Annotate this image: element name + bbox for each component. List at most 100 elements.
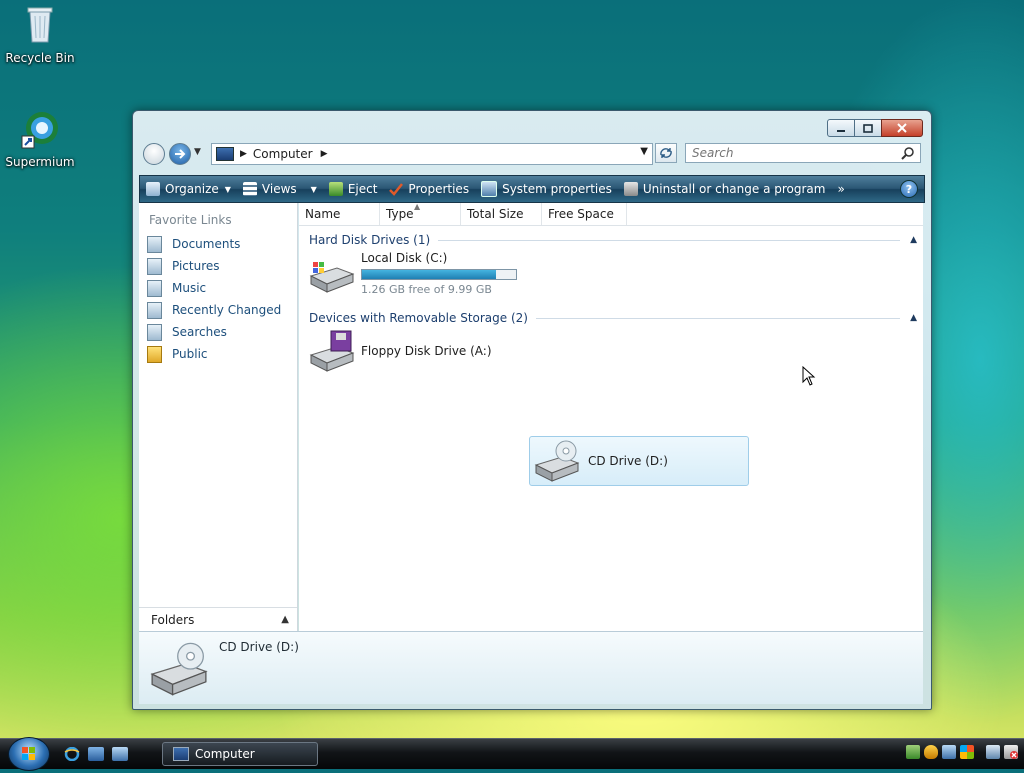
column-header-type[interactable]: ▲ Type: [380, 202, 461, 225]
command-bar: Organize ▼ Views ▼ Eject Properties Syst…: [139, 175, 925, 203]
organize-button[interactable]: Organize ▼: [140, 176, 237, 202]
switch-windows-icon[interactable]: [112, 747, 128, 761]
group-header-hard-disk[interactable]: Hard Disk Drives (1) ▲: [309, 230, 917, 250]
address-dropdown-icon[interactable]: ▼: [640, 146, 648, 157]
cd-drive-icon: [150, 642, 208, 696]
address-bar[interactable]: ▶ Computer ▶ ▼: [211, 143, 653, 165]
fav-link-searches[interactable]: Searches: [139, 321, 297, 343]
forward-button[interactable]: [169, 143, 191, 165]
computer-icon: [173, 747, 189, 761]
search-icon[interactable]: [901, 146, 915, 160]
column-header-free-space[interactable]: Free Space: [542, 203, 627, 225]
column-label: Total Size: [467, 207, 524, 221]
fav-link-label: Documents: [172, 237, 241, 251]
favorite-links-header: Favorite Links: [149, 213, 232, 227]
fav-link-label: Searches: [172, 325, 227, 339]
computer-icon: [216, 147, 234, 161]
taskbar-button-computer[interactable]: Computer: [162, 742, 318, 766]
system-properties-icon: [481, 181, 498, 197]
drive-name: Local Disk (C:): [361, 251, 448, 265]
organize-label: Organize: [165, 182, 219, 196]
cd-drive-icon: [534, 440, 580, 482]
windows-flag-icon[interactable]: [960, 745, 974, 759]
fav-link-public[interactable]: Public: [139, 343, 297, 365]
maximize-icon: [863, 123, 873, 133]
column-header-total-size[interactable]: Total Size: [461, 203, 542, 225]
fav-link-documents[interactable]: Documents: [139, 233, 297, 255]
close-icon: [897, 123, 907, 133]
views-button[interactable]: Views ▼: [237, 176, 323, 202]
system-properties-label: System properties: [502, 182, 612, 196]
group-header-removable[interactable]: Devices with Removable Storage (2) ▲: [309, 308, 917, 328]
refresh-icon: [660, 148, 672, 158]
caption-buttons: [827, 119, 923, 137]
fav-link-pictures[interactable]: Pictures: [139, 255, 297, 277]
group-title: Devices with Removable Storage (2): [309, 311, 528, 325]
back-button[interactable]: [143, 143, 165, 165]
maximize-button[interactable]: [854, 119, 882, 137]
column-header-name[interactable]: Name: [299, 203, 380, 225]
eject-button[interactable]: Eject: [323, 176, 384, 202]
properties-button[interactable]: Properties: [383, 176, 475, 202]
network-icon[interactable]: [906, 745, 920, 759]
folders-toggle[interactable]: Folders ▲: [139, 607, 297, 631]
start-button[interactable]: [8, 737, 50, 771]
breadcrumb-computer[interactable]: Computer: [253, 147, 313, 161]
content-pane: Name ▲ Type Total Size Free Space Hard D…: [299, 202, 923, 631]
breadcrumb-separator-icon: ▶: [240, 149, 247, 159]
group-divider: [438, 239, 901, 241]
collapse-group-icon[interactable]: ▲: [910, 235, 917, 245]
desktop-icon-recycle-bin[interactable]: Recycle Bin: [0, 2, 80, 65]
desktop-icon-supermium[interactable]: Supermium: [0, 106, 80, 169]
drive-local-disk-c[interactable]: Local Disk (C:) 1.26 GB free of 9.99 GB: [307, 251, 517, 296]
volume-muted-icon[interactable]: [1004, 745, 1018, 759]
sort-ascending-icon: ▲: [414, 202, 421, 211]
drive-cd-d[interactable]: CD Drive (D:): [529, 436, 749, 486]
drive-floppy-a[interactable]: Floppy Disk Drive (A:): [307, 327, 517, 375]
help-button[interactable]: ?: [900, 180, 918, 198]
navigation-row: ▼ ▶ Computer ▶ ▼: [141, 143, 923, 165]
uninstall-button[interactable]: Uninstall or change a program: [618, 176, 832, 202]
network-connection-icon[interactable]: [986, 745, 1000, 759]
uninstall-icon: [623, 182, 638, 196]
recently-changed-icon: [147, 301, 162, 319]
internet-explorer-icon[interactable]: [64, 746, 80, 762]
show-desktop-icon[interactable]: [88, 747, 104, 761]
system-properties-button[interactable]: System properties: [475, 176, 618, 202]
refresh-button[interactable]: [655, 143, 677, 163]
fav-link-label: Public: [172, 347, 208, 361]
mouse-cursor-icon: [802, 366, 816, 386]
search-input[interactable]: [690, 145, 894, 161]
command-overflow-button[interactable]: »: [831, 176, 850, 202]
overflow-chevron-icon: »: [837, 182, 845, 196]
windows-logo-icon: [22, 747, 35, 760]
close-button[interactable]: [881, 119, 923, 137]
eject-label: Eject: [347, 182, 378, 196]
eject-icon: [328, 182, 343, 196]
security-shield-icon[interactable]: [924, 745, 938, 759]
explorer-window: ▼ ▶ Computer ▶ ▼ Organize ▼ Views ▼: [132, 110, 932, 710]
breadcrumb-chevron-icon[interactable]: ▶: [321, 149, 328, 159]
disk-usage-bar: [361, 269, 517, 280]
properties-label: Properties: [408, 182, 470, 196]
properties-icon: [389, 183, 404, 196]
public-folder-icon: [147, 345, 162, 363]
hard-disk-icon: [309, 261, 355, 293]
drive-name: CD Drive (D:): [588, 454, 668, 468]
column-label: Type: [386, 207, 414, 221]
help-icon: ?: [905, 182, 913, 196]
details-pane: CD Drive (D:): [139, 631, 923, 704]
fav-link-recently-changed[interactable]: Recently Changed: [139, 299, 297, 321]
navigation-pane: Favorite Links Documents Pictures Music …: [139, 203, 298, 631]
forward-arrow-icon: [175, 149, 186, 159]
group-divider: [535, 317, 901, 319]
search-box[interactable]: [685, 143, 921, 163]
desktop-icon-label: Supermium: [5, 155, 75, 169]
update-icon[interactable]: [942, 745, 956, 759]
fav-link-music[interactable]: Music: [139, 277, 297, 299]
recent-pages-dropdown[interactable]: ▼: [194, 147, 201, 157]
collapse-group-icon[interactable]: ▲: [910, 313, 917, 323]
column-label: Name: [305, 207, 341, 221]
system-tray: [906, 745, 1018, 759]
minimize-button[interactable]: [827, 119, 855, 137]
